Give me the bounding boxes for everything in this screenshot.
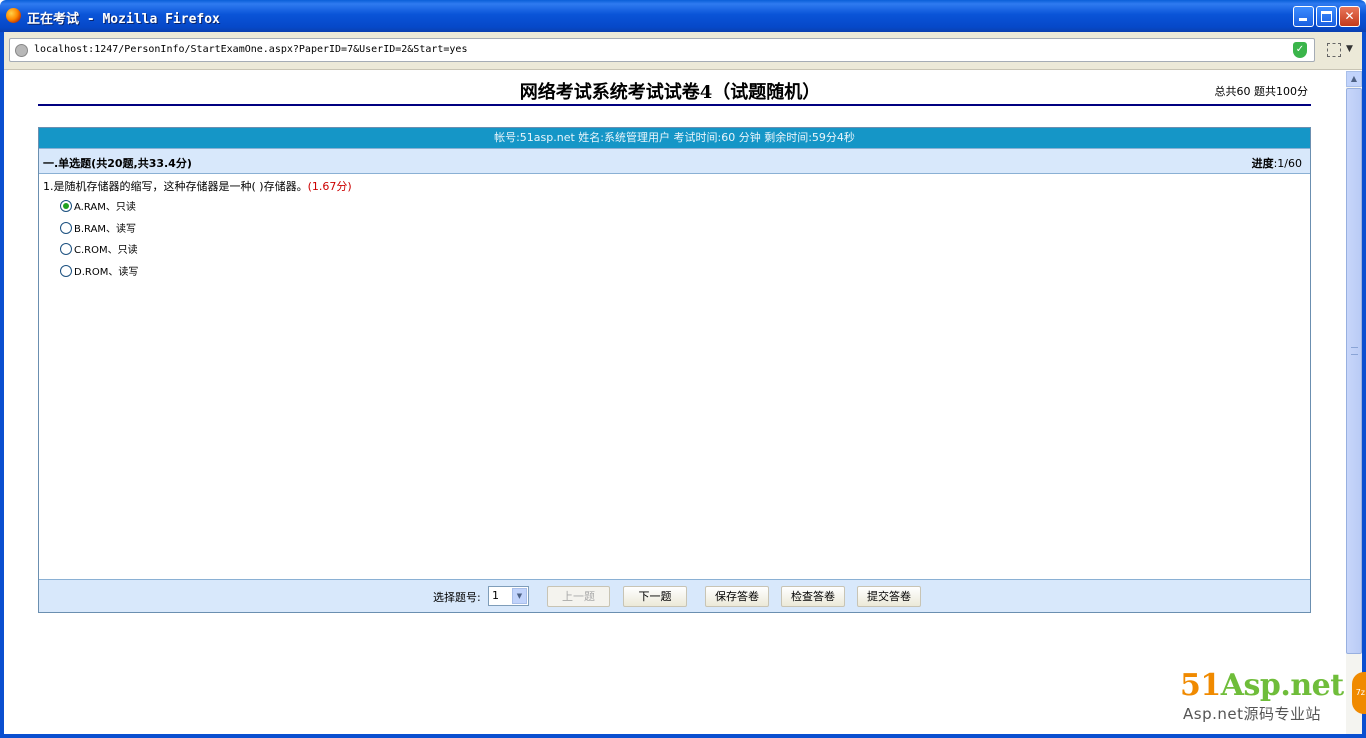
- window-title: 正在考试 - Mozilla Firefox: [27, 12, 220, 27]
- question-stem: 1.是随机存储器的缩写，这种存储器是一种( )存储器。: [43, 180, 308, 193]
- watermark-brand-text: Asp.net: [1220, 668, 1344, 703]
- section-title: 一.单选题(共20题,共33.4分): [43, 157, 192, 170]
- option-b[interactable]: B.RAM、读写: [60, 220, 136, 235]
- progress-label: 进度: [1251, 157, 1274, 170]
- maximize-icon: [1321, 11, 1332, 22]
- minimize-button[interactable]: [1293, 6, 1314, 27]
- window-titlebar: 正在考试 - Mozilla Firefox ✕: [0, 0, 1366, 32]
- section-header: 一.单选题(共20题,共33.4分) 进度:1/60: [39, 148, 1310, 174]
- watermark-logo: 51Asp.net: [1180, 668, 1344, 703]
- progress-indicator: 进度:1/60: [1252, 155, 1302, 171]
- watermark-brand-number: 51: [1180, 668, 1221, 703]
- radio-button-d[interactable]: [60, 265, 72, 277]
- option-c[interactable]: C.ROM、只读: [60, 241, 138, 256]
- vertical-scrollbar[interactable]: ▲: [1346, 71, 1362, 734]
- progress-value: :1/60: [1273, 157, 1302, 170]
- globe-icon: [15, 44, 28, 57]
- question-number-select[interactable]: 1 ▼: [488, 586, 529, 606]
- question-area: 1.是随机存储器的缩写，这种存储器是一种( )存储器。(1.67分) A.RAM…: [39, 174, 1310, 580]
- next-question-button[interactable]: 下一题: [623, 586, 687, 607]
- question-text: 1.是随机存储器的缩写，这种存储器是一种( )存储器。(1.67分): [43, 178, 352, 194]
- navigation-toolbar: localhost:1247/PersonInfo/StartExamOne.a…: [4, 32, 1362, 70]
- radio-button-c[interactable]: [60, 243, 72, 255]
- prev-question-button[interactable]: 上一题: [547, 586, 610, 607]
- check-answers-button[interactable]: 检查答卷: [781, 586, 845, 607]
- exam-info-bar: 帐号:51asp.net 姓名:系统管理用户 考试时间:60 分钟 剩余时间:5…: [39, 128, 1310, 148]
- save-answers-button[interactable]: 保存答卷: [705, 586, 769, 607]
- select-question-label: 选择题号:: [433, 591, 481, 604]
- watermark-badge: 7z: [1352, 672, 1366, 714]
- address-bar[interactable]: localhost:1247/PersonInfo/StartExamOne.a…: [9, 38, 1315, 62]
- submit-answers-button[interactable]: 提交答卷: [857, 586, 921, 607]
- minimize-icon: [1299, 18, 1307, 21]
- radio-button-a[interactable]: [60, 200, 72, 212]
- scrollbar-thumb[interactable]: [1346, 88, 1362, 654]
- firefox-icon: [6, 8, 21, 23]
- dropdown-arrow-icon[interactable]: ▼: [512, 588, 527, 604]
- window-frame-bottom: [0, 734, 1366, 738]
- grip-icon: [1351, 347, 1358, 355]
- extension-icon[interactable]: [1327, 43, 1341, 57]
- window-frame-right: [1362, 32, 1366, 738]
- close-icon: ✕: [1344, 9, 1355, 23]
- option-c-label[interactable]: C.ROM、只读: [74, 245, 138, 256]
- question-score: (1.67分): [307, 180, 352, 193]
- option-d-label[interactable]: D.ROM、读写: [74, 267, 138, 278]
- exam-summary: 总共60 题共100分: [1214, 85, 1309, 98]
- option-a[interactable]: A.RAM、只读: [60, 198, 136, 213]
- question-number-value[interactable]: 1: [492, 589, 499, 602]
- scroll-up-arrow-icon[interactable]: ▲: [1346, 71, 1362, 87]
- radio-button-b[interactable]: [60, 222, 72, 234]
- title-divider: [38, 104, 1311, 106]
- watermark-subtitle: Asp.net源码专业站: [1183, 705, 1321, 723]
- option-b-label[interactable]: B.RAM、读写: [74, 224, 136, 235]
- close-button[interactable]: ✕: [1339, 6, 1360, 27]
- chevron-down-icon[interactable]: ▼: [1346, 44, 1353, 54]
- option-a-label[interactable]: A.RAM、只读: [74, 202, 136, 213]
- url-text[interactable]: localhost:1247/PersonInfo/StartExamOne.a…: [34, 44, 467, 55]
- maximize-button[interactable]: [1316, 6, 1337, 27]
- option-d[interactable]: D.ROM、读写: [60, 263, 138, 278]
- question-nav-bar: 选择题号: 1 ▼ 上一题 下一题 保存答卷 检查答卷 提交答卷: [39, 580, 1310, 612]
- shield-check-icon[interactable]: ✓: [1293, 42, 1307, 58]
- exam-title: 网络考试系统考试试卷4（试题随机）: [519, 82, 821, 103]
- window-frame-left: [0, 32, 4, 738]
- exam-panel: 帐号:51asp.net 姓名:系统管理用户 考试时间:60 分钟 剩余时间:5…: [38, 127, 1311, 613]
